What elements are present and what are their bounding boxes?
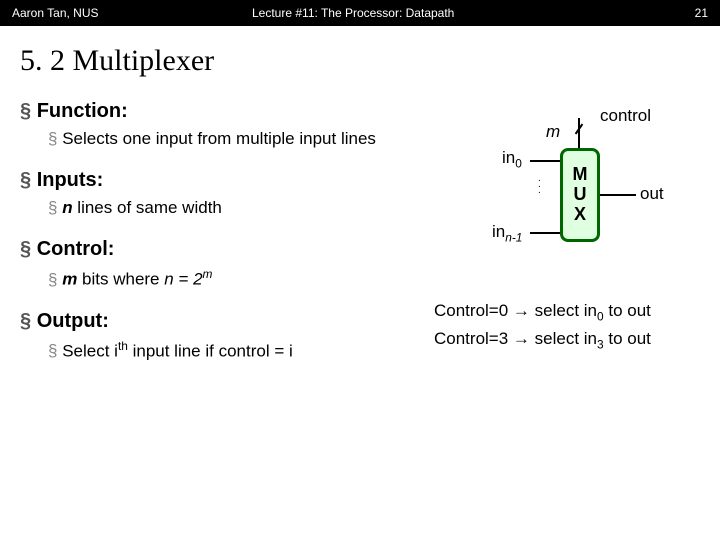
output-pre: Select i — [62, 341, 118, 360]
heading-output: Output: — [20, 310, 430, 333]
ex1-d: to out — [604, 329, 651, 348]
label-m: m — [546, 122, 560, 142]
control-m: m — [62, 270, 77, 289]
inn-pre: in — [492, 222, 505, 241]
sub-control: m bits where n = 2m — [20, 267, 430, 290]
control-exp: m — [203, 267, 213, 281]
wire-out — [600, 194, 636, 196]
sub-function: Selects one input from multiple input li… — [20, 129, 430, 149]
control-mid: bits where — [77, 270, 164, 289]
dot: . — [538, 185, 541, 196]
output-sup: th — [118, 339, 128, 353]
example-row-1: Control=3 → select in3 to out — [434, 326, 700, 354]
mux-l2: U — [574, 185, 587, 205]
arrow-icon: → — [513, 301, 530, 320]
heading-inputs: Inputs: — [20, 169, 430, 192]
left-column: Function: Selects one input from multipl… — [20, 100, 430, 381]
section-output: Output: Select ith input line if control… — [20, 310, 430, 362]
in0-sub: 0 — [515, 156, 522, 170]
heading-control: Control: — [20, 238, 430, 261]
control-eq: n = 2 — [164, 270, 202, 289]
ex0-a: Control=0 — [434, 301, 513, 320]
inputs-n: n — [62, 198, 72, 217]
in0-pre: in — [502, 148, 515, 167]
ex1-sub: 3 — [597, 338, 604, 352]
output-post: input line if control = i — [128, 341, 293, 360]
ellipsis-dots: . . . — [538, 176, 541, 194]
heading-function: Function: — [20, 100, 430, 123]
label-in0: in0 — [502, 148, 522, 170]
label-out: out — [640, 184, 664, 204]
topbar-author: Aaron Tan, NUS — [12, 6, 212, 20]
ex0-sub: 0 — [597, 309, 604, 323]
wire-in0 — [530, 160, 560, 162]
mux-l1: M — [573, 165, 588, 185]
wire-inn — [530, 232, 560, 234]
ex0-c: select in — [530, 301, 597, 320]
ex0-d: to out — [604, 301, 651, 320]
example-row-0: Control=0 → select in0 to out — [434, 298, 700, 326]
section-control: Control: m bits where n = 2m — [20, 238, 430, 290]
topbar-title: Lecture #11: The Processor: Datapath — [212, 6, 668, 20]
ex1-a: Control=3 — [434, 329, 513, 348]
mux-box: M U X — [560, 148, 600, 242]
sub-inputs: n lines of same width — [20, 198, 430, 218]
arrow-icon: → — [513, 329, 530, 348]
ex1-c: select in — [530, 329, 597, 348]
wire-control — [578, 118, 580, 148]
mux-diagram: control m in0 . . . inn-1 M U X — [430, 104, 700, 274]
inn-sub: n-1 — [505, 230, 522, 244]
section-function: Function: Selects one input from multipl… — [20, 100, 430, 149]
mux-l3: X — [574, 205, 586, 225]
right-column: control m in0 . . . inn-1 M U X — [430, 100, 700, 381]
sub-output: Select ith input line if control = i — [20, 339, 430, 362]
slide-title: 5. 2 Multiplexer — [0, 26, 720, 88]
label-inn: inn-1 — [492, 222, 522, 244]
topbar-page: 21 — [668, 6, 708, 20]
section-inputs: Inputs: n lines of same width — [20, 169, 430, 218]
label-control: control — [600, 106, 651, 126]
examples: Control=0 → select in0 to out Control=3 … — [430, 298, 700, 355]
topbar: Aaron Tan, NUS Lecture #11: The Processo… — [0, 0, 720, 26]
inputs-rest: lines of same width — [73, 198, 222, 217]
content: Function: Selects one input from multipl… — [0, 88, 720, 381]
